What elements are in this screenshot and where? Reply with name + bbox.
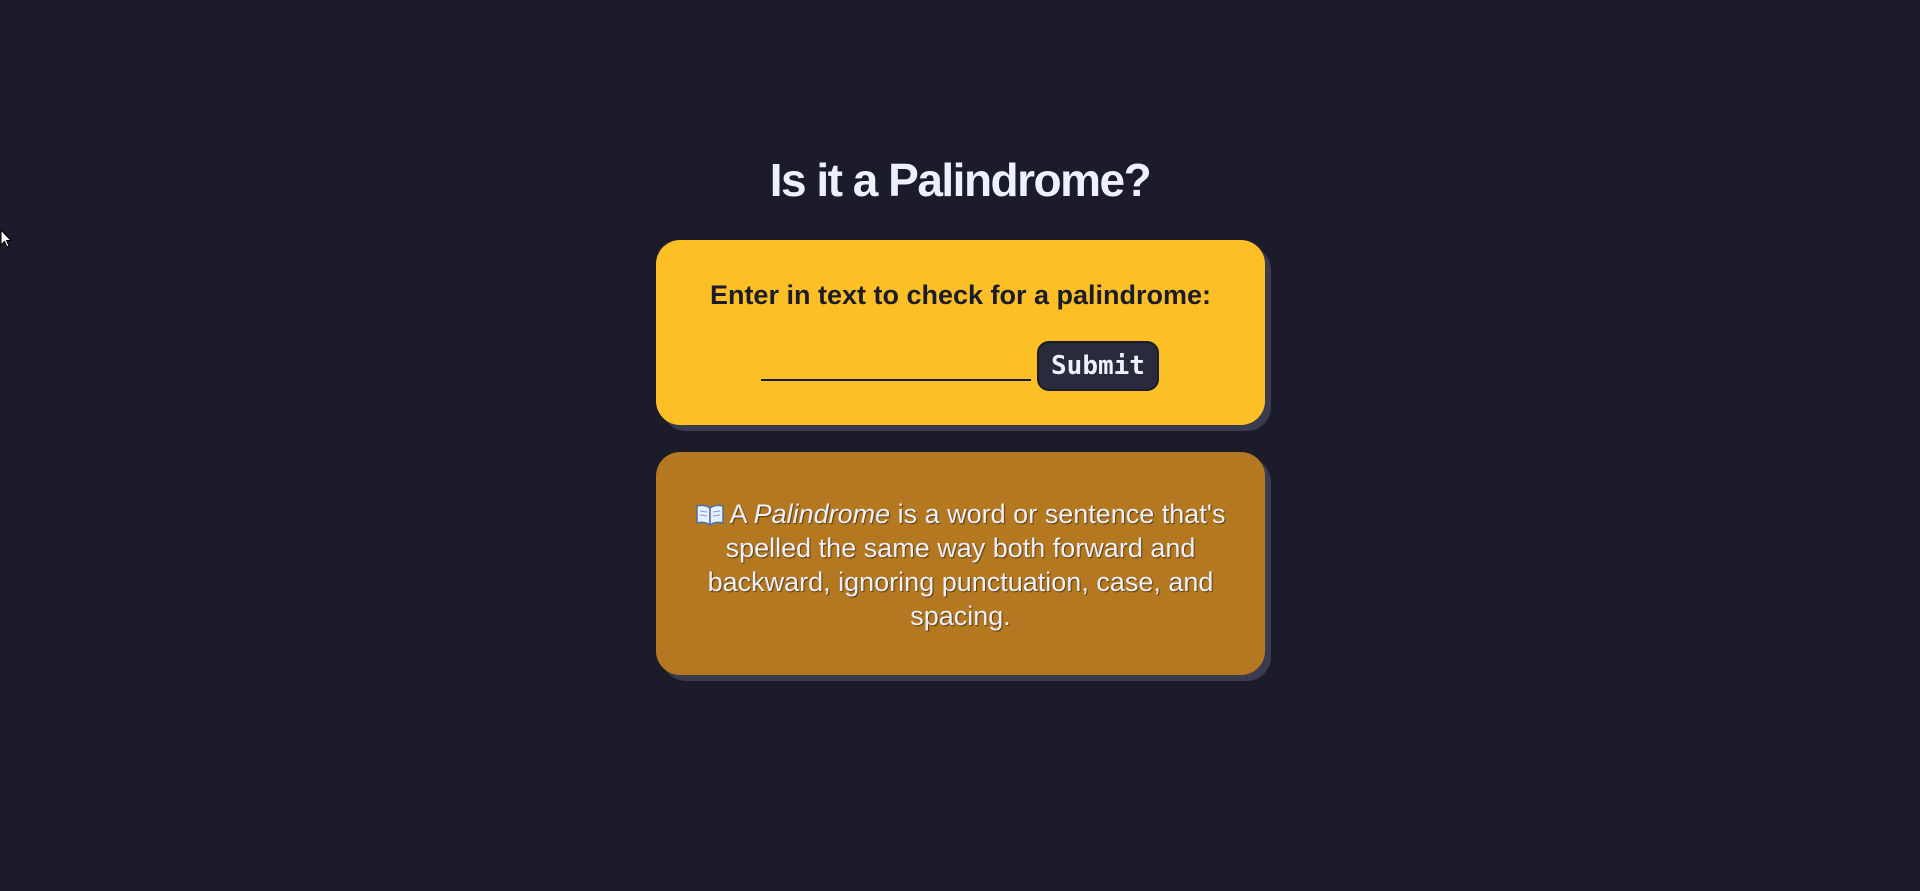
palindrome-definition-card: A Palindrome is a word or sentence that'…	[656, 452, 1265, 675]
palindrome-checker-card: Enter in text to check for a palindrome:…	[656, 240, 1265, 425]
mouse-cursor-icon	[0, 229, 12, 248]
page-title: Is it a Palindrome?	[769, 154, 1152, 206]
input-prompt-label: Enter in text to check for a palindrome:	[709, 280, 1212, 310]
definition-term: Palindrome	[753, 499, 891, 529]
definition-lead: A	[729, 499, 754, 529]
submit-button[interactable]: Submit	[1037, 341, 1159, 391]
text-input[interactable]	[761, 345, 1031, 381]
definition-text: A Palindrome is a word or sentence that'…	[676, 497, 1245, 633]
open-book-icon	[695, 504, 724, 526]
